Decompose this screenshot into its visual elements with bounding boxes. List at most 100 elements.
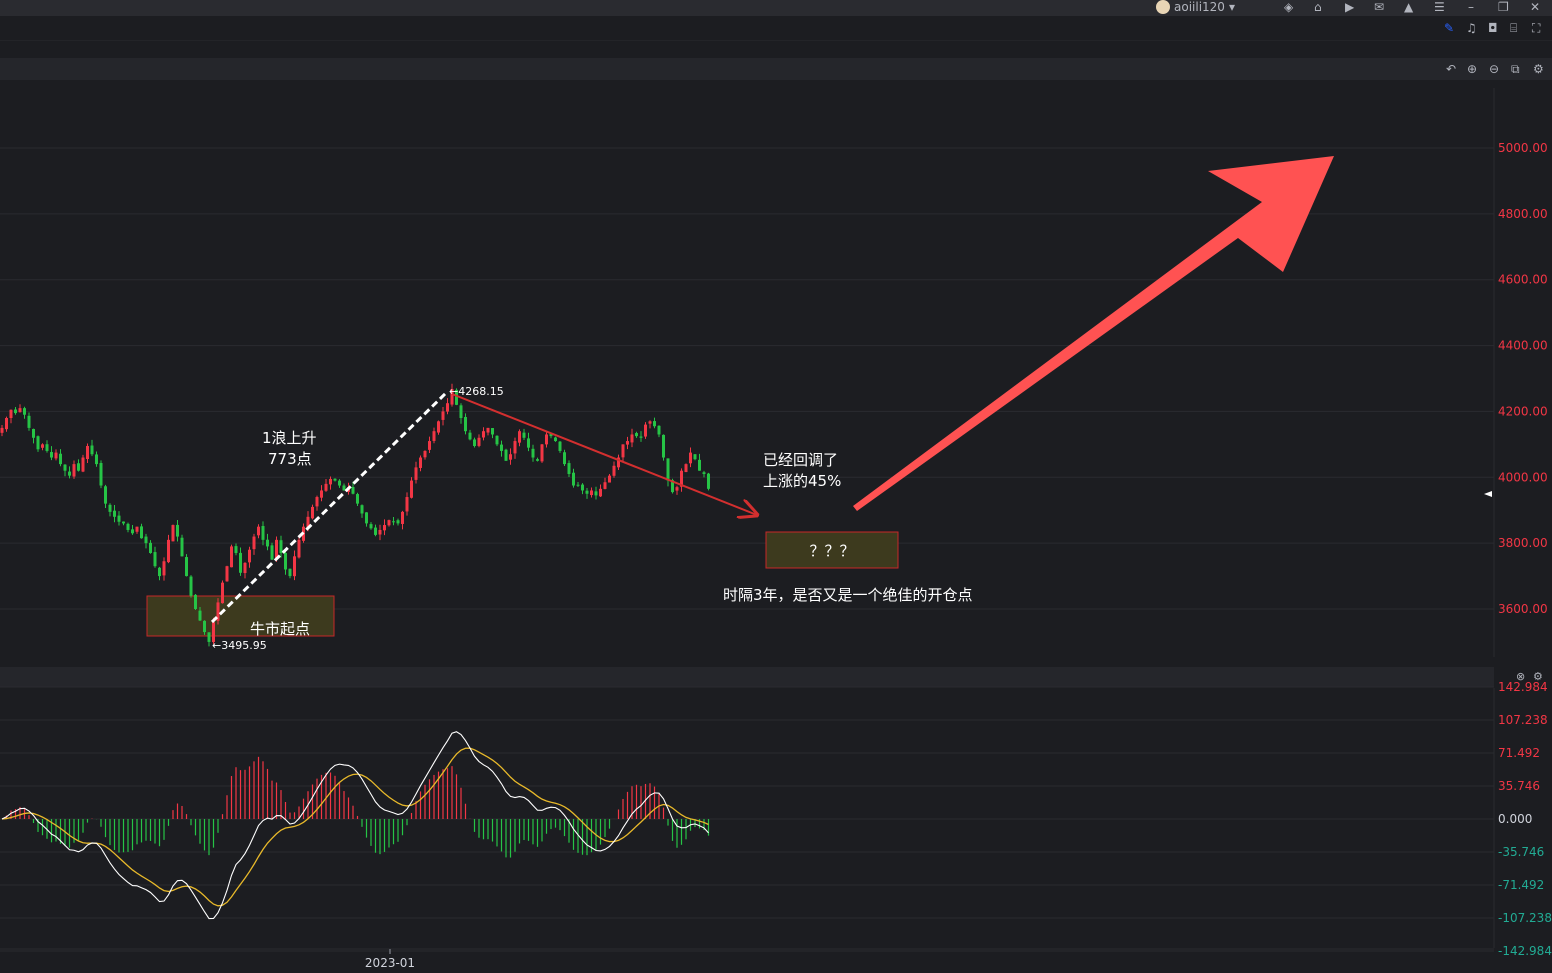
macd-tick-label: 35.746 <box>1498 779 1540 793</box>
candle-body <box>387 520 391 526</box>
candle-body <box>63 464 67 471</box>
candle-body <box>270 545 274 560</box>
candle-body <box>279 540 283 554</box>
candle-body <box>473 439 476 447</box>
high-price-label: ←4268.15 <box>449 385 504 398</box>
macd-tick-label: 71.492 <box>1498 746 1540 760</box>
candle-body <box>707 473 710 489</box>
candle-body <box>684 464 688 473</box>
candle-body <box>320 490 323 498</box>
candle-body <box>419 457 422 468</box>
candle-body <box>509 454 512 460</box>
candle-body <box>315 497 319 507</box>
candle-body <box>311 506 314 519</box>
question-box-text: ？？？ <box>809 542 854 560</box>
candle-body <box>288 568 292 577</box>
candle-body <box>477 437 481 446</box>
candle-body <box>531 448 535 458</box>
candle-body <box>243 562 247 574</box>
retrace-label-line1: 已经回调了 <box>763 451 838 469</box>
price-axis: 5000.00 4800.00 4600.00 4400.00 4200.00 4000.… <box>1498 141 1548 616</box>
big-up-arrow[interactable] <box>853 156 1334 511</box>
candle-body <box>297 539 301 558</box>
candle-body <box>527 438 530 448</box>
candle-body <box>437 421 440 433</box>
price-tick-label: 4200.00 <box>1498 404 1548 418</box>
candle-body <box>261 526 265 540</box>
price-tick-label: 4600.00 <box>1498 273 1548 287</box>
candle-body <box>374 527 377 535</box>
candle-body <box>333 478 337 481</box>
retracement-trend-arrow[interactable] <box>451 393 757 515</box>
candle-body <box>698 459 701 471</box>
bull-start-text: 牛市起点 <box>250 620 310 638</box>
macd-tick-label: 142.984 <box>1498 680 1548 694</box>
candle-body <box>203 620 206 633</box>
candle-body <box>189 576 193 596</box>
last-price-marker <box>1484 491 1492 497</box>
candle-body <box>50 452 53 458</box>
candle-body <box>140 526 143 539</box>
candle-body <box>9 409 13 418</box>
candle-body <box>176 524 179 537</box>
macd-tick-label: -107.238 <box>1498 911 1552 925</box>
macd-dif-line <box>1 731 709 920</box>
candle-body <box>554 437 557 442</box>
candle-body <box>630 434 634 443</box>
candle-body <box>68 471 71 476</box>
candle-body <box>662 434 665 458</box>
candle-body <box>45 444 49 451</box>
candle-body <box>689 452 692 464</box>
candle-body <box>657 425 661 435</box>
chart-canvas[interactable]: 5000.00 4800.00 4600.00 4400.00 4200.00 4000.… <box>0 0 1552 973</box>
wave-label-line1: 1浪上升 <box>262 429 317 447</box>
candle-body <box>482 431 485 438</box>
wave-label-line2: 773点 <box>268 450 312 468</box>
candle-body <box>162 561 166 576</box>
candle-body <box>90 445 94 455</box>
candle-body <box>27 415 31 428</box>
candle-body <box>257 526 260 536</box>
candle-body <box>581 484 584 491</box>
candle-body <box>608 475 611 483</box>
macd-grid <box>0 686 1494 952</box>
candle-body <box>108 504 112 512</box>
price-tick-label: 3600.00 <box>1498 602 1548 616</box>
wave-1-line[interactable] <box>210 391 448 624</box>
candle-body <box>459 405 463 419</box>
candle-body <box>603 482 607 489</box>
retrace-label-line2: 上涨的45% <box>763 472 841 490</box>
price-tick-label: 4400.00 <box>1498 339 1548 353</box>
candle-body <box>702 472 706 474</box>
candle-body <box>626 441 629 445</box>
macd-tick-label: 107.238 <box>1498 713 1548 727</box>
candle-body <box>653 421 656 427</box>
candle-body <box>383 525 386 531</box>
candle-body <box>594 491 598 496</box>
candle-body <box>104 486 107 504</box>
candle-body <box>536 459 539 461</box>
candle-body <box>360 505 364 514</box>
candle-body <box>396 520 400 524</box>
candle-body <box>207 632 211 642</box>
macd-tick-label: -71.492 <box>1498 878 1544 892</box>
candle-body <box>378 529 382 535</box>
candle-body <box>666 458 670 481</box>
candle-body <box>446 403 449 412</box>
candle-body <box>117 515 121 522</box>
candle-body <box>77 463 80 471</box>
candle-body <box>369 524 373 529</box>
candle-body <box>545 434 548 445</box>
price-tick-label: 3800.00 <box>1498 536 1548 550</box>
candle-body <box>648 421 652 424</box>
candle-body <box>324 483 328 491</box>
candle-body <box>221 582 224 604</box>
time-axis-label: 2023-01 <box>365 956 415 970</box>
candle-body <box>131 529 134 534</box>
candle-body <box>14 409 17 414</box>
candle-body <box>239 552 242 573</box>
candle-body <box>468 432 472 440</box>
candle-body <box>441 411 445 420</box>
candle-body <box>149 542 152 554</box>
candle-body <box>95 454 98 465</box>
